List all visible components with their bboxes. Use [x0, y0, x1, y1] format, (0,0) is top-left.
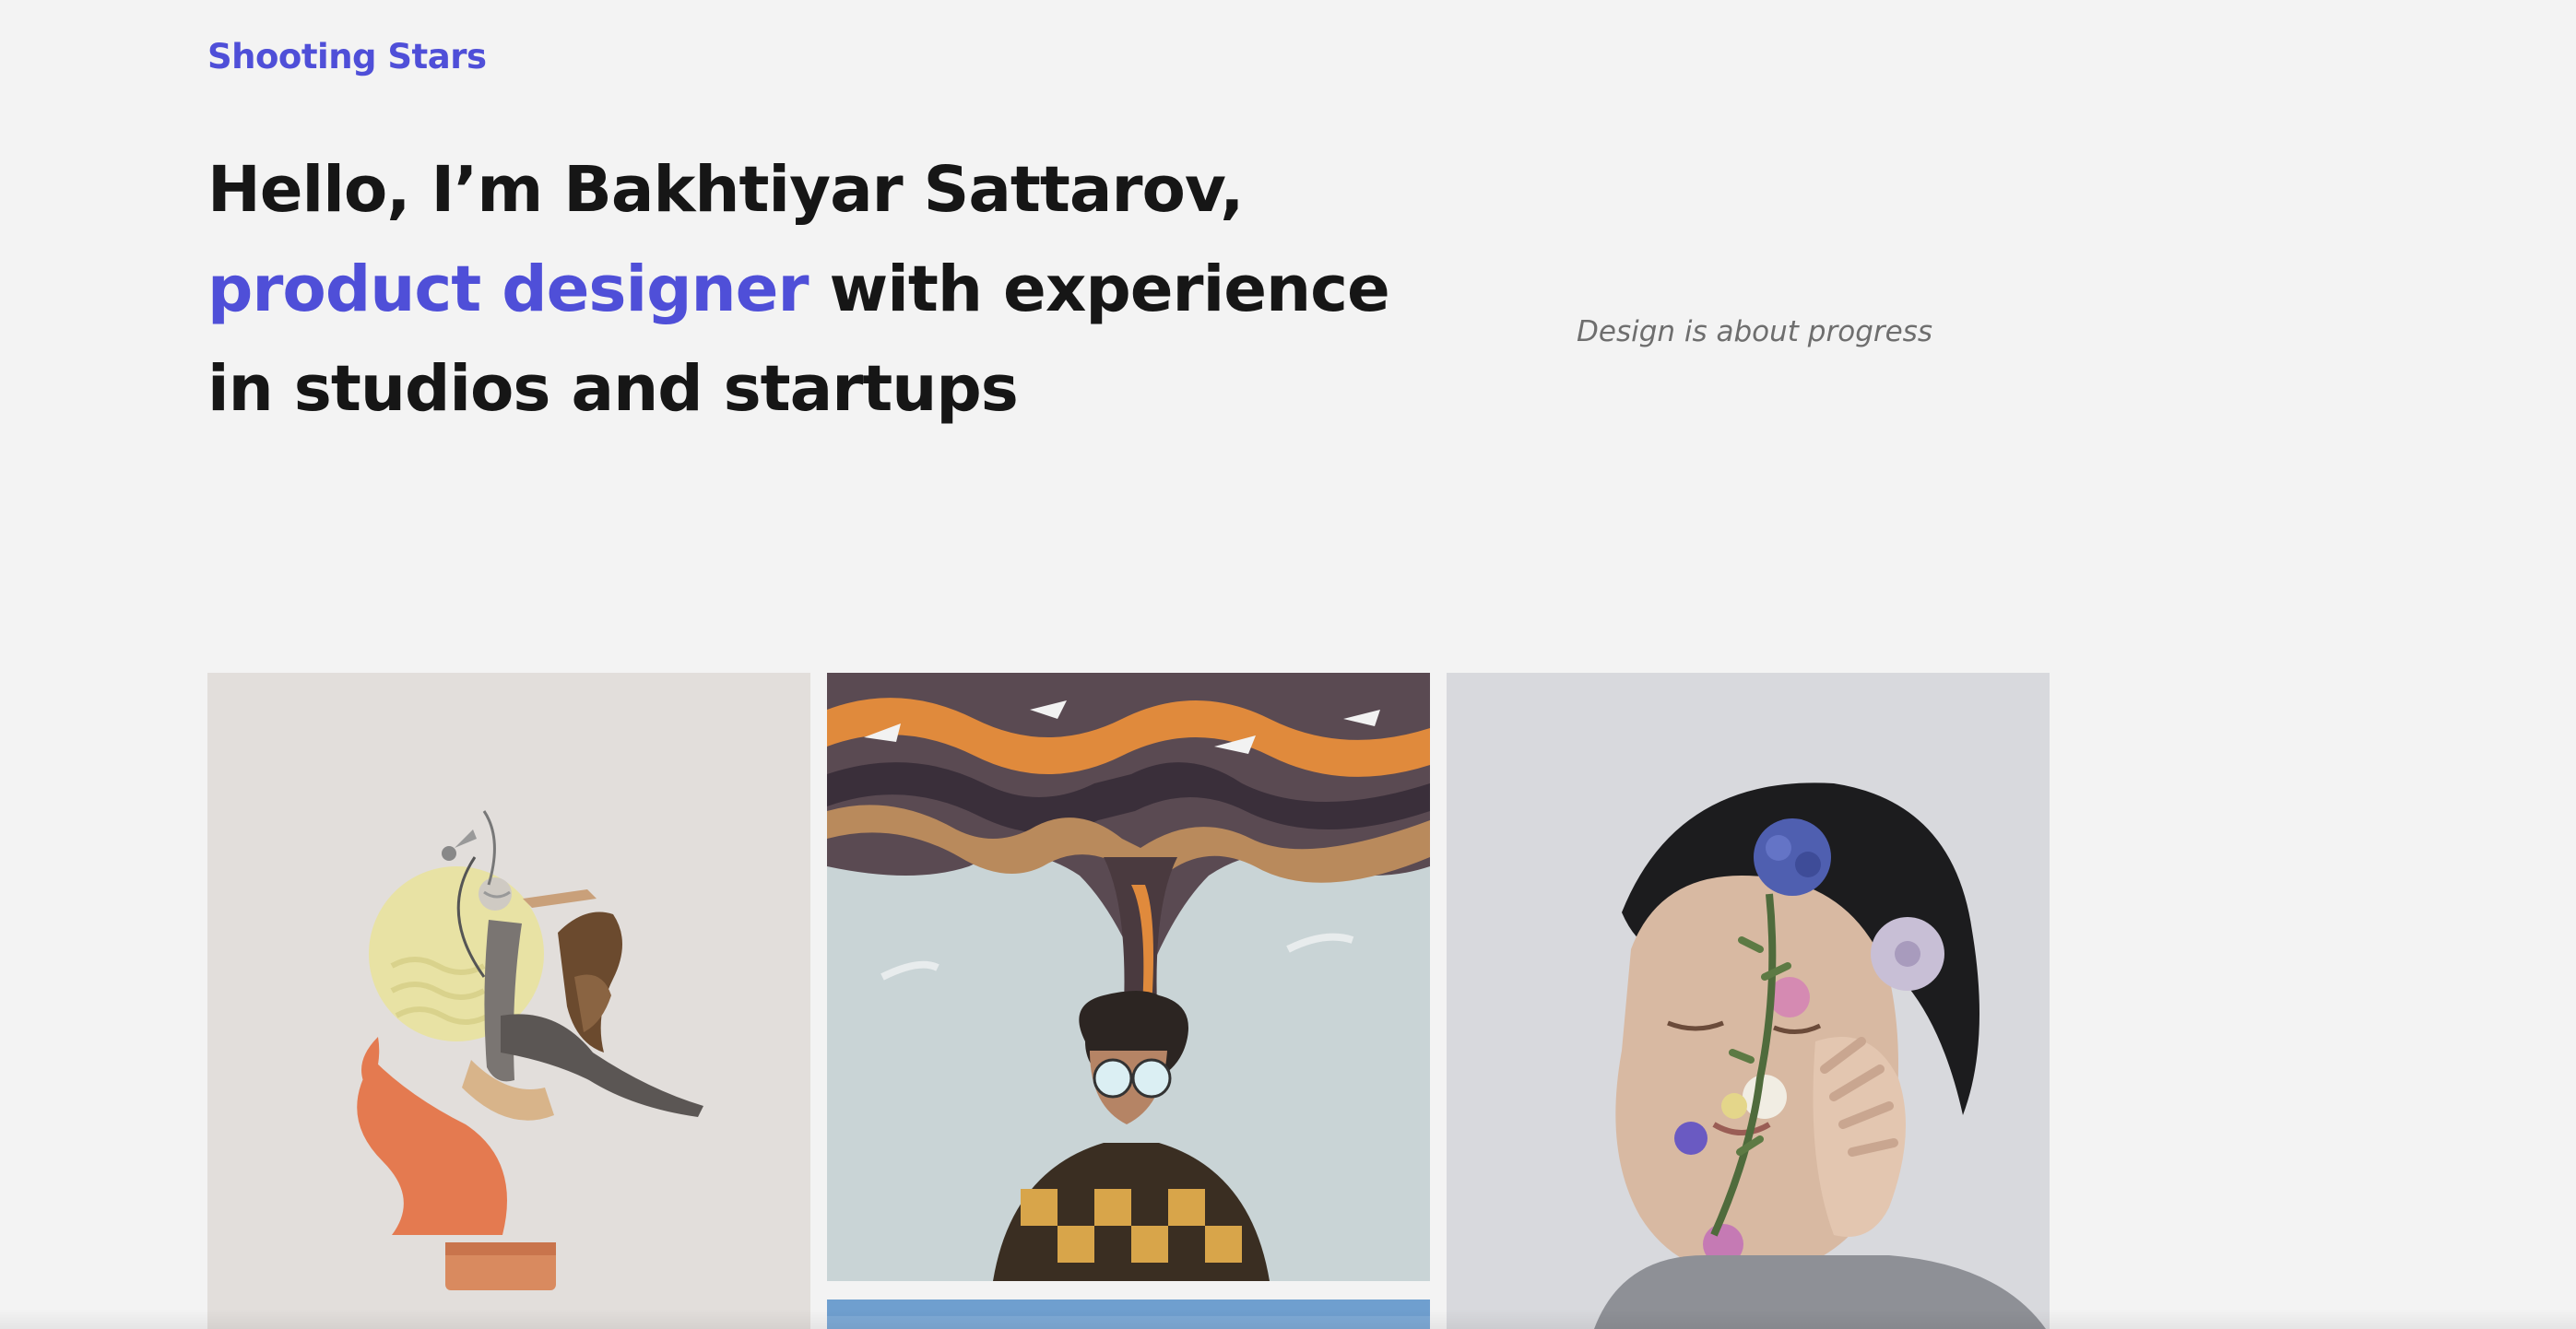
flower-face-portrait-image — [1447, 673, 2050, 1329]
site-logo-link[interactable]: Shooting Stars — [207, 35, 487, 79]
gallery-card-landscape[interactable] — [827, 1300, 1430, 1329]
gallery-card-smoke-portrait[interactable] — [827, 673, 1430, 1281]
gallery-card-dancer[interactable] — [207, 673, 810, 1329]
headline-intro: Hello, I’m Bakhtiyar Sattarov, — [207, 153, 1244, 227]
portfolio-gallery — [207, 673, 2051, 1329]
sky-landscape-image — [827, 1300, 1430, 1329]
hero-headline: Hello, I’m Bakhtiyar Sattarov, product d… — [207, 140, 1406, 439]
gallery-card-flower-portrait[interactable] — [1447, 673, 2050, 1329]
headline-studios: in studios and startups — [207, 352, 1019, 426]
dancer-collage-image — [207, 673, 810, 1329]
page: Shooting Stars Hello, I’m Bakhtiyar Satt… — [0, 0, 2576, 1329]
headline-experience: with experience — [808, 253, 1390, 326]
headline-role: product designer — [207, 253, 809, 326]
smoke-head-portrait-image — [827, 673, 1430, 1281]
tagline: Design is about progress — [1577, 315, 1932, 348]
